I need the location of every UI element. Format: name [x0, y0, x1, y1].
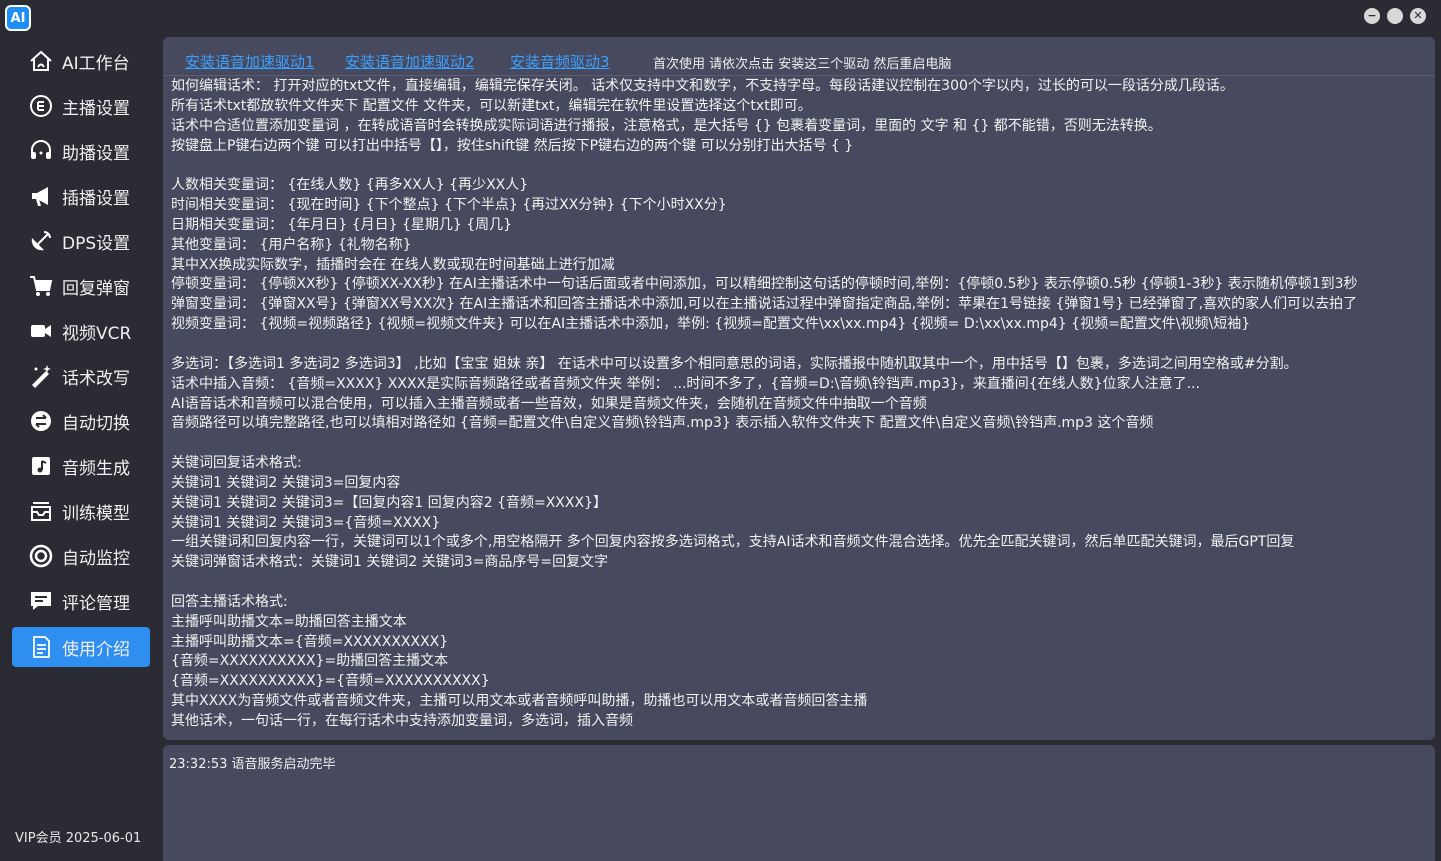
help-panel: 安装语音加速驱动1 安装语音加速驱动2 安装音频驱动3 首次使用 请依次点击 安… — [163, 37, 1435, 740]
help-line: 话术中合适位置添加变量词 ，在转成语音时会转换成实际词语进行播报，注意格式，是大… — [171, 117, 1162, 134]
help-line: 弹窗变量词： {弹窗XX号} {弹窗XX号XX次} 在AI主播话术和回答主播话术… — [171, 296, 1358, 313]
sidebar-item-label: 音频生成 — [62, 458, 130, 479]
install-audio-driver-3-link[interactable]: 安装音频驱动3 — [510, 51, 610, 72]
sidebar-item-label: 回复弹窗 — [62, 278, 130, 299]
install-voice-driver-2-link[interactable]: 安装语音加速驱动2 — [345, 51, 475, 72]
sidebar-item-ai-workbench[interactable]: AI工作台 — [12, 41, 150, 81]
maximize-button[interactable] — [1387, 8, 1403, 24]
sidebar-item-train-model[interactable]: 训练模型 — [12, 491, 150, 531]
satellite-dish-icon — [28, 228, 54, 254]
sidebar-item-auto-switch[interactable]: 自动切换 — [12, 401, 150, 441]
sidebar-item-label: 评论管理 — [62, 593, 130, 614]
help-line: 其中XX换成实际数字，插播时会在 在线人数或现在时间基础上进行加减 — [171, 256, 615, 273]
help-line: 主播呼叫助播文本={音频=XXXXXXXXXX} — [171, 633, 449, 650]
help-line: 其他话术，一句话一行，在每行话术中支持添加变量词，多选词，插入音频 — [171, 713, 633, 729]
help-line: 停顿变量词： {停顿XX秒} {停顿XX-XX秒} 在AI主播话术中一句话后面或… — [171, 276, 1358, 293]
help-line — [171, 573, 1431, 593]
sidebar-item-comment-management[interactable]: 评论管理 — [12, 581, 150, 621]
install-voice-driver-1-link[interactable]: 安装语音加速驱动1 — [185, 51, 315, 72]
sidebar-item-usage-guide[interactable]: 使用介绍 — [12, 627, 150, 667]
help-line: 关键词1 关键词2 关键词3=【回复内容1 回复内容2 {音频=XXXX}】 — [171, 494, 607, 511]
help-line: AI语音话术和音频可以混合使用，可以插入主播音频或者一些音效，如果是音频文件夹，… — [171, 395, 927, 412]
help-line: 关键词回复话术格式: — [171, 455, 302, 472]
help-line: 话术中插入音频： {音频=XXXX} XXXX是实际音频路径或者音频文件夹 举例… — [171, 375, 1200, 392]
help-line: 如何编辑话术： 打开对应的txt文件，直接编辑，编辑完保存关闭。 话术仅支持中文… — [171, 78, 1234, 94]
app-logo: AI — [5, 5, 31, 31]
sidebar-item-reply-popup[interactable]: 回复弹窗 — [12, 266, 150, 306]
help-line: 所有话术txt都放软件文件夹下 配置文件 文件夹，可以新建txt，编辑完在软件里… — [171, 97, 812, 114]
help-line: 视频变量词： {视频=视频路径} {视频=视频文件夹} 可以在AI主播话术中添加… — [171, 316, 1251, 333]
switch-icon — [28, 408, 54, 434]
help-line — [171, 434, 1431, 454]
anchor-coin-icon — [28, 93, 54, 119]
help-line — [171, 335, 1431, 355]
sidebar: AI工作台 主播设置 助播设置 插播设置 DPS设置 回复弹窗 视频VCR 话术… — [0, 36, 158, 861]
sidebar-item-label: 话术改写 — [62, 368, 130, 389]
help-line: 关键词弹窗话术格式：关键词1 关键词2 关键词3=商品序号=回复文字 — [171, 554, 609, 571]
help-line: 一组关键词和回复内容一行，关键词可以1个或多个,用空格隔开 多个回复内容按多选词… — [171, 534, 1295, 551]
music-note-icon — [28, 453, 54, 479]
sidebar-item-label: 助播设置 — [62, 143, 130, 164]
help-line: {音频=XXXXXXXXXX}={音频=XXXXXXXXXX} — [171, 673, 490, 690]
log-line: 23:32:53 语音服务启动完毕 — [169, 757, 336, 772]
sidebar-item-label: 自动监控 — [62, 548, 130, 569]
help-line: 其他变量词： {用户名称} {礼物名称} — [171, 236, 412, 253]
headset-icon — [28, 138, 54, 164]
help-line: 关键词1 关键词2 关键词3={音频=XXXX} — [171, 514, 441, 531]
vip-status: VIP会员 2025-06-01 — [15, 831, 142, 846]
help-text: 如何编辑话术： 打开对应的txt文件，直接编辑，编辑完保存关闭。 话术仅支持中文… — [171, 77, 1431, 732]
help-line: 日期相关变量词： {年月日} {月日} {星期几} {周几} — [171, 216, 513, 233]
help-line: 按键盘上P键右边两个键 可以打出中括号【】，按住shift键 然后按下P键右边的… — [171, 137, 854, 154]
sidebar-item-label: 使用介绍 — [62, 639, 130, 660]
magic-pen-icon — [28, 363, 54, 389]
help-line: 人数相关变量词： {在线人数} {再多XX人} {再少XX人} — [171, 177, 529, 194]
minimize-button[interactable]: − — [1364, 8, 1380, 24]
sidebar-item-anchor-settings[interactable]: 主播设置 — [12, 86, 150, 126]
sidebar-item-assistant-settings[interactable]: 助播设置 — [12, 131, 150, 171]
help-line: 多选词：【多选词1 多选词2 多选词3】 ,比如【宝宝 姐妹 亲】 在话术中可以… — [171, 355, 1298, 372]
megaphone-icon — [28, 183, 54, 209]
help-line — [171, 156, 1431, 176]
sidebar-item-label: 主播设置 — [62, 98, 130, 119]
monitor-lens-icon — [28, 543, 54, 569]
cart-icon — [28, 273, 54, 299]
sidebar-item-label: 训练模型 — [62, 503, 130, 524]
help-line: 其中XXXX为音频文件或者音频文件夹，主播可以用文本或者音频呼叫助播，助播也可以… — [171, 693, 868, 710]
sidebar-item-label: 插播设置 — [62, 188, 130, 209]
help-line: 回答主播话术格式: — [171, 593, 288, 610]
help-line: 关键词1 关键词2 关键词3=回复内容 — [171, 474, 401, 491]
home-icon — [28, 48, 54, 74]
document-icon — [28, 634, 54, 660]
log-panel: 23:32:53 语音服务启动完毕 — [163, 745, 1435, 861]
sidebar-item-label: DPS设置 — [62, 233, 131, 254]
driver-note: 首次使用 请依次点击 安装这三个驱动 然后重启电脑 — [653, 57, 952, 72]
sidebar-item-dps-settings[interactable]: DPS设置 — [12, 221, 150, 261]
sidebar-item-auto-monitor[interactable]: 自动监控 — [12, 536, 150, 576]
inbox-icon — [28, 498, 54, 524]
help-line: 音频路径可以填完整路径,也可以填相对路径如 {音频=配置文件\自定义音频\铃铛声… — [171, 415, 1154, 432]
sidebar-item-insert-settings[interactable]: 插播设置 — [12, 176, 150, 216]
close-button[interactable]: ✕ — [1410, 8, 1426, 24]
sidebar-item-video-vcr[interactable]: 视频VCR — [12, 311, 150, 351]
sidebar-item-label: AI工作台 — [62, 53, 130, 74]
sidebar-item-label: 自动切换 — [62, 413, 130, 434]
help-line: 主播呼叫助播文本=助播回答主播文本 — [171, 613, 407, 630]
comment-icon — [28, 588, 54, 614]
sidebar-item-script-rewrite[interactable]: 话术改写 — [12, 356, 150, 396]
sidebar-item-audio-generation[interactable]: 音频生成 — [12, 446, 150, 486]
help-line: {音频=XXXXXXXXXX}=助播回答主播文本 — [171, 653, 449, 670]
sidebar-item-label: 视频VCR — [62, 323, 132, 344]
video-camera-icon — [28, 318, 54, 344]
help-line: 时间相关变量词： {现在时间} {下个整点} {下个半点} {再过XX分钟} {… — [171, 197, 727, 214]
driver-toolbar: 安装语音加速驱动1 安装语音加速驱动2 安装音频驱动3 首次使用 请依次点击 安… — [163, 37, 1435, 76]
